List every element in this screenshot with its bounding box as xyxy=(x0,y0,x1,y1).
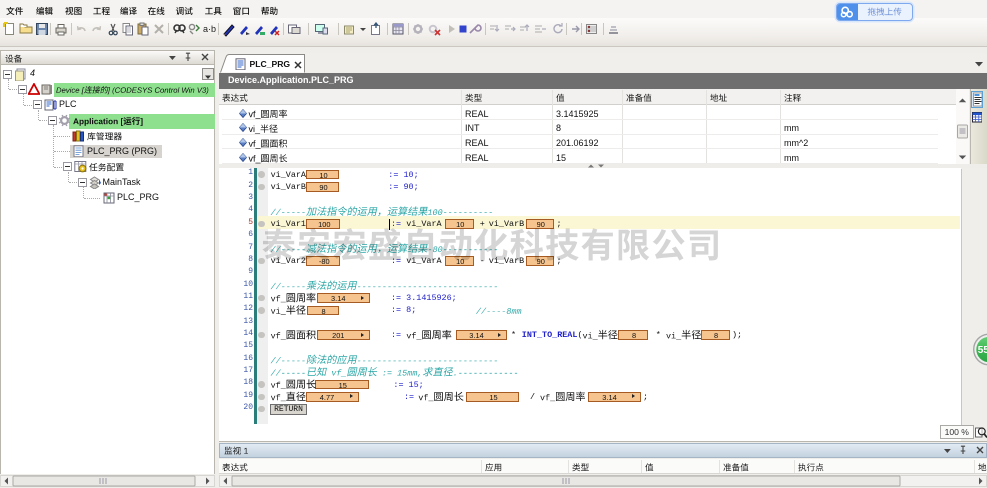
svg-text:a·b: a·b xyxy=(203,24,216,34)
svg-text:55: 55 xyxy=(978,345,987,356)
